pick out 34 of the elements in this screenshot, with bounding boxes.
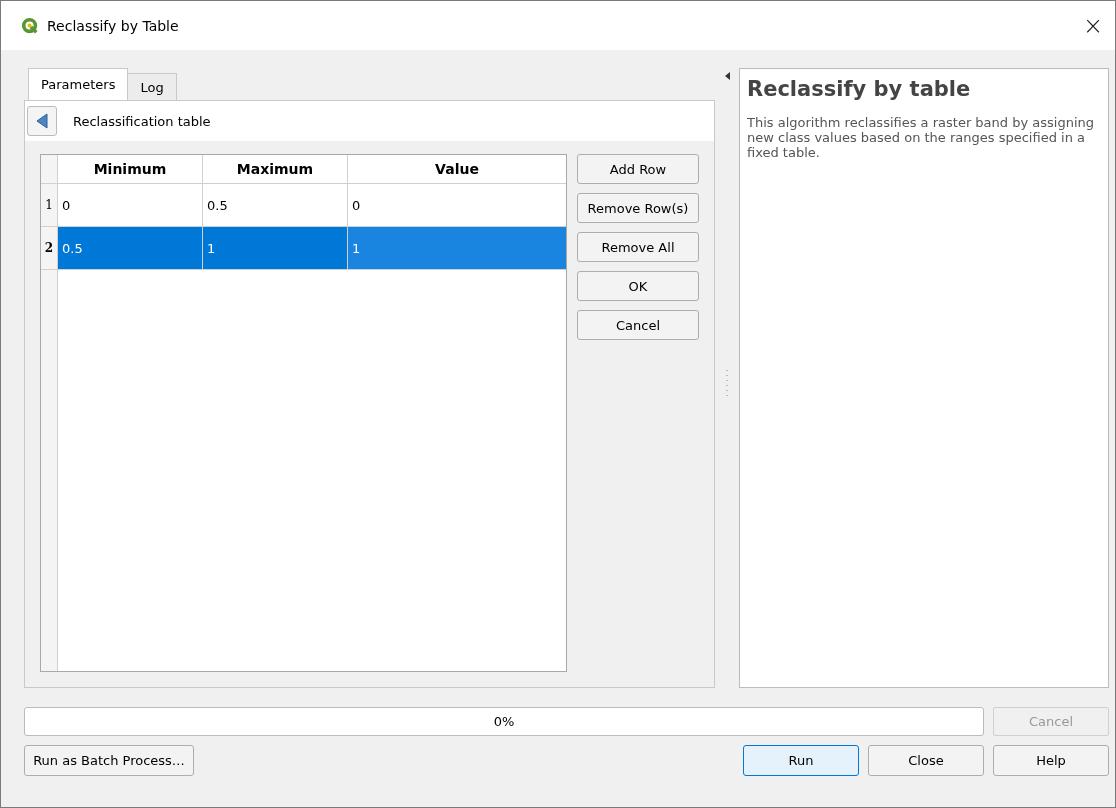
close-button[interactable]: ×: [1071, 5, 1115, 46]
back-button[interactable]: [27, 106, 57, 136]
selected-table-row[interactable]: 2 0.5 1 1: [41, 227, 566, 270]
tab[interactable]: Log: [127, 73, 177, 100]
parameter-label: Reclassification table: [73, 113, 211, 129]
help-text: This algorithm reclassifies a raster band by assigning new class values based on the ranges specified in a fixed table.: [747, 115, 1095, 160]
table-cell-text: 0: [351, 196, 362, 215]
table-cell: 0.5: [58, 227, 203, 269]
progress-text: 0%: [493, 714, 515, 729]
dialog-button[interactable]: Help: [993, 745, 1109, 776]
table-button[interactable]: OK: [577, 271, 699, 301]
dialog-button[interactable]: Run: [743, 745, 859, 776]
table-cell: 0.5: [203, 184, 348, 226]
tab[interactable]: Parameters: [28, 68, 129, 100]
column-header[interactable]: Minimum: [58, 155, 203, 183]
help-title: Reclassify by table: [747, 77, 972, 101]
table-button[interactable]: Remove All: [577, 232, 699, 262]
table-cell: 1: [348, 227, 566, 269]
batch-process-button[interactable]: Run as Batch Process…: [24, 745, 194, 776]
collapse-arrow-icon[interactable]: [724, 72, 730, 80]
column-header[interactable]: Maximum: [203, 155, 348, 183]
table-button[interactable]: Remove Row(s): [577, 193, 699, 223]
table-button[interactable]: Add Row: [577, 154, 699, 184]
table-button[interactable]: Cancel: [577, 310, 699, 340]
row-number: 1: [41, 184, 58, 226]
table-cell: 1: [203, 227, 348, 269]
table-row[interactable]: 1 0 0.5 0: [41, 184, 566, 227]
table-cell: 0: [58, 184, 203, 226]
app-logo-icon: [21, 16, 39, 35]
row-number: 2: [41, 227, 58, 269]
triangle-left-icon: [36, 113, 48, 129]
column-header[interactable]: Value: [348, 155, 566, 183]
window-title: Reclassify by Table: [47, 17, 179, 34]
dialog-button[interactable]: Close: [868, 745, 984, 776]
